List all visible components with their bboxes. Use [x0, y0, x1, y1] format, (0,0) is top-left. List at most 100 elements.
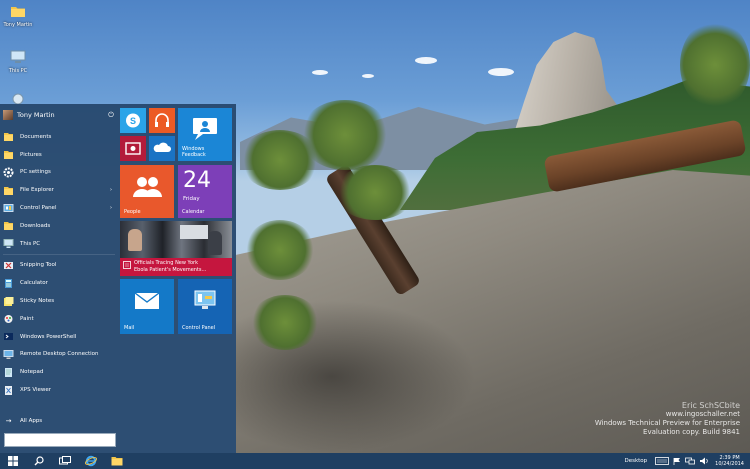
flag-icon[interactable] — [673, 457, 681, 465]
folder-icon — [111, 457, 123, 466]
start-menu: Tony Martin ⏻ Documents Pictures PC sett… — [0, 104, 236, 453]
task-view-icon — [59, 456, 71, 465]
menu-item-pc-settings[interactable]: PC settings — [3, 164, 115, 182]
menu-item-xps-viewer[interactable]: XPS Viewer — [3, 381, 115, 399]
chevron-right-icon[interactable]: › — [107, 187, 115, 193]
tile-news[interactable]: Officials Tracing New York Ebola Patient… — [120, 221, 232, 276]
tree-foliage — [240, 130, 320, 190]
xps-icon — [5, 385, 12, 395]
powershell-icon — [4, 333, 13, 341]
taskbar-internet-explorer[interactable] — [78, 453, 104, 469]
menu-item-label: Notepad — [20, 369, 44, 376]
menu-item-control-panel[interactable]: Control Panel › — [3, 199, 115, 217]
menu-item-label: Windows PowerShell — [20, 333, 77, 340]
folder-icon — [4, 222, 13, 231]
all-apps-button[interactable]: → All Apps — [3, 415, 115, 427]
menu-item-pictures[interactable]: Pictures — [3, 146, 115, 164]
tile-control-panel[interactable]: Control Panel — [178, 279, 232, 334]
notepad-icon — [5, 367, 12, 377]
control-panel-icon — [194, 290, 216, 309]
tile-onedrive[interactable] — [149, 136, 175, 161]
menu-item-label: Paint — [20, 315, 34, 322]
clock-date: 10/24/2014 — [715, 461, 744, 467]
desktop-icon-label: This PC — [8, 68, 28, 74]
system-tray — [655, 457, 709, 465]
menu-item-label: Documents — [20, 133, 52, 140]
monitor-icon — [3, 239, 14, 249]
tile-label: Windows Feedback — [182, 146, 206, 158]
user-account-row[interactable]: Tony Martin ⏻ — [3, 108, 115, 122]
tree-foliage — [335, 165, 415, 220]
menu-item-file-explorer[interactable]: File Explorer › — [3, 181, 115, 199]
taskbar-clock[interactable]: 2:39 PM 10/24/2014 — [715, 455, 744, 467]
taskbar: Desktop 2:39 PM 10/24/2014 — [0, 453, 750, 469]
paint-icon — [4, 315, 13, 324]
news-headline-line-1: Officials Tracing New York — [134, 260, 198, 266]
folder-icon — [4, 186, 13, 195]
folder-icon — [4, 133, 13, 142]
gear-icon — [3, 167, 14, 178]
menu-item-this-pc[interactable]: This PC — [3, 235, 115, 253]
power-icon[interactable]: ⏻ — [107, 111, 115, 119]
desktop-icon-this-pc[interactable]: This PC — [0, 50, 36, 74]
menu-item-sticky-notes[interactable]: Sticky Notes — [3, 292, 115, 310]
calculator-icon — [5, 278, 12, 288]
menu-item-label: Calculator — [20, 280, 48, 287]
desktop-toolbar-label[interactable]: Desktop — [624, 458, 647, 464]
menu-item-label: This PC — [20, 240, 41, 247]
skype-icon: S — [126, 113, 140, 128]
news-photo — [120, 221, 232, 258]
people-icon — [133, 177, 162, 197]
task-view-button[interactable] — [52, 453, 78, 469]
menu-item-calculator[interactable]: Calculator — [3, 274, 115, 292]
news-headline-line-2: Ebola Patient's Movements... — [134, 266, 207, 273]
tile-label: Mail — [124, 325, 135, 331]
video-icon — [125, 142, 141, 155]
news-icon — [123, 261, 131, 269]
tile-music[interactable] — [149, 108, 175, 133]
menu-item-windows-powershell[interactable]: Windows PowerShell — [3, 328, 115, 346]
tile-video[interactable] — [120, 136, 146, 161]
volume-icon[interactable] — [699, 457, 709, 465]
build-watermark: Eric SchSCbite www.ingoschaller.net Wind… — [595, 401, 740, 437]
desktop-icon-user-folder[interactable]: Tony Martin — [0, 4, 36, 28]
folder-icon — [4, 151, 13, 160]
arrow-right-icon: → — [5, 417, 12, 425]
menu-item-snipping-tool[interactable]: Snipping Tool — [3, 257, 115, 275]
menu-item-label: Sticky Notes — [20, 298, 55, 305]
folder-icon — [11, 7, 25, 17]
remote-desktop-icon — [3, 349, 14, 359]
start-button[interactable] — [0, 453, 26, 469]
calendar-date: 24 — [183, 168, 211, 193]
all-apps-label: All Apps — [20, 418, 43, 424]
start-menu-left-pane: Tony Martin ⏻ Documents Pictures PC sett… — [0, 104, 118, 453]
tree-foliage — [680, 20, 750, 110]
menu-item-remote-desktop[interactable]: Remote Desktop Connection — [3, 346, 115, 364]
tile-mail[interactable]: Mail — [120, 279, 174, 334]
search-input[interactable] — [4, 433, 116, 447]
keyboard-icon[interactable] — [655, 457, 670, 465]
menu-item-label: File Explorer — [20, 187, 54, 194]
watermark-edition: Windows Technical Preview for Enterprise — [594, 419, 740, 427]
mail-icon — [134, 292, 160, 309]
tile-windows-feedback[interactable]: Windows Feedback — [178, 108, 232, 161]
watermark-site-name: Eric SchSCbite — [681, 401, 740, 410]
news-headline: Officials Tracing New York Ebola Patient… — [134, 260, 206, 273]
menu-item-label: Snipping Tool — [20, 262, 57, 269]
search-button[interactable] — [26, 453, 52, 469]
start-menu-list: Documents Pictures PC settings File Expl… — [3, 128, 115, 399]
menu-item-notepad[interactable]: Notepad — [3, 363, 115, 381]
tile-calendar[interactable]: 24 Friday Calendar — [178, 165, 232, 218]
cloud — [362, 74, 374, 78]
sticky-note-icon — [4, 296, 14, 306]
menu-item-documents[interactable]: Documents — [3, 128, 115, 146]
menu-item-paint[interactable]: Paint — [3, 310, 115, 328]
menu-item-label: PC settings — [20, 169, 51, 176]
taskbar-file-explorer[interactable] — [104, 453, 130, 469]
feedback-icon — [193, 118, 217, 140]
chevron-right-icon[interactable]: › — [107, 205, 115, 211]
menu-item-downloads[interactable]: Downloads — [3, 217, 115, 235]
tile-people[interactable]: People — [120, 165, 174, 218]
tile-skype[interactable]: S — [120, 108, 146, 133]
network-icon[interactable] — [685, 457, 696, 465]
